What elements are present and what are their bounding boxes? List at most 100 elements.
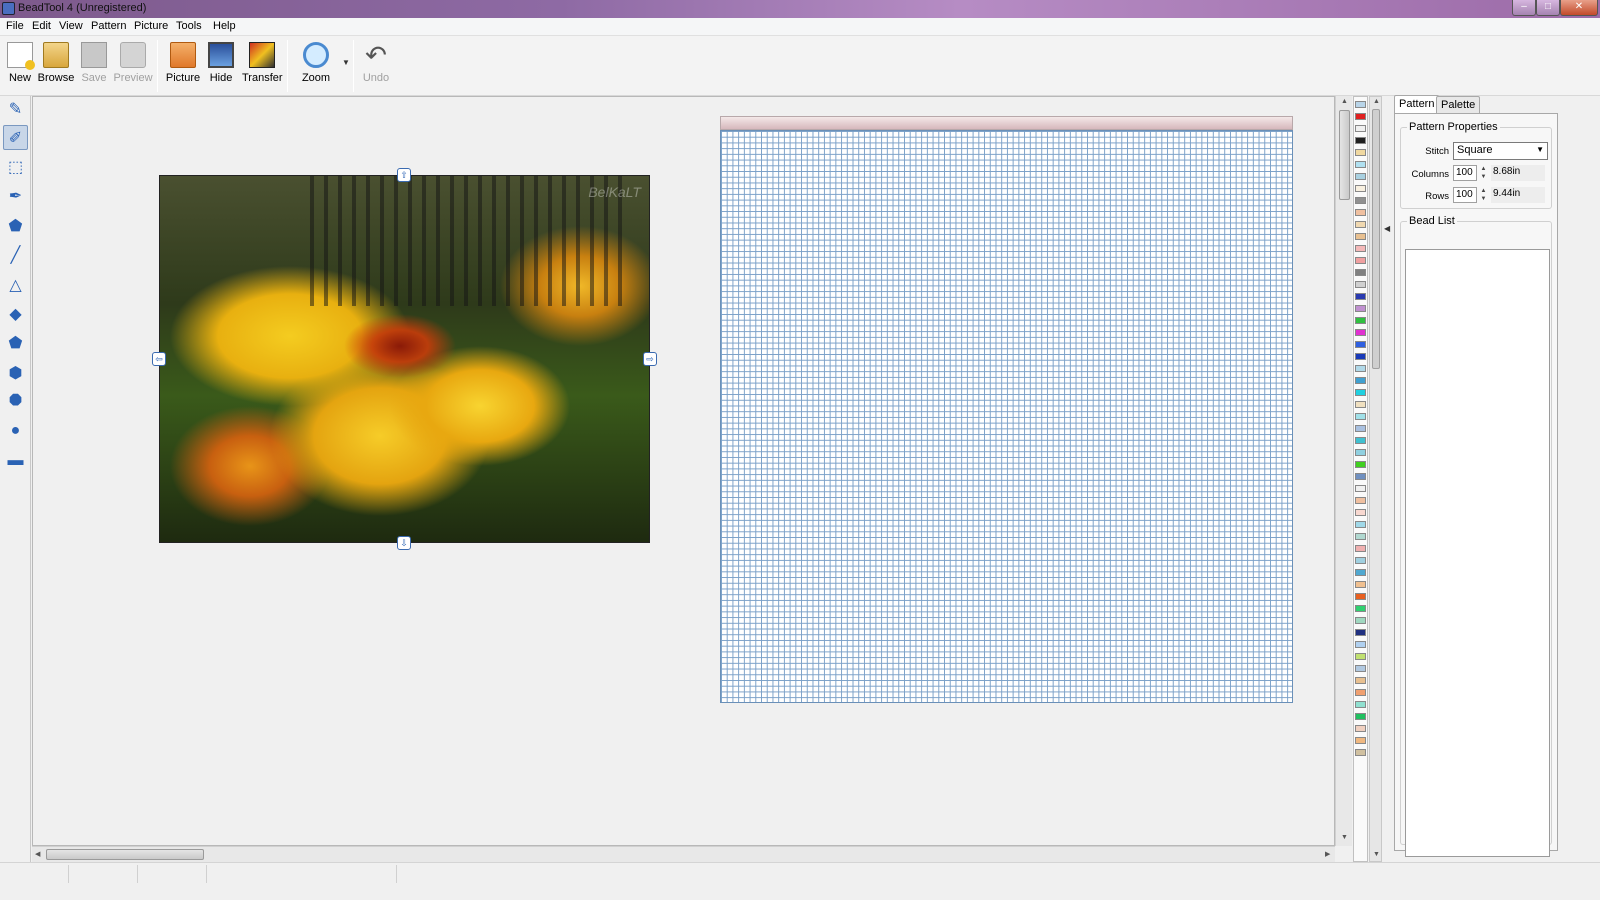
eyedropper-icon[interactable]: ✒: [3, 183, 28, 208]
bead-color-swatch[interactable]: [1355, 653, 1366, 660]
rows-stepper[interactable]: ▲ ▼: [1479, 187, 1488, 203]
hide-button[interactable]: Hide: [201, 42, 241, 90]
bead-color-swatch[interactable]: [1355, 329, 1366, 336]
rows-input[interactable]: 100: [1453, 187, 1477, 203]
bead-color-swatch[interactable]: [1355, 281, 1366, 288]
panel-splitter[interactable]: ◀: [1383, 96, 1391, 862]
line-pencil-icon[interactable]: ✐: [3, 125, 28, 150]
bead-color-swatch[interactable]: [1355, 233, 1366, 240]
scroll-thumb[interactable]: [1372, 109, 1380, 369]
resize-handle-top[interactable]: ⇧: [397, 168, 411, 182]
bead-color-swatch[interactable]: [1355, 665, 1366, 672]
resize-handle-left[interactable]: ⇦: [152, 352, 166, 366]
bead-color-swatch[interactable]: [1355, 581, 1366, 588]
resize-handle-bottom[interactable]: ⇩: [397, 536, 411, 550]
menu-tools[interactable]: Tools: [176, 20, 202, 32]
bead-color-swatch[interactable]: [1355, 485, 1366, 492]
bead-color-swatch[interactable]: [1355, 365, 1366, 372]
scroll-thumb[interactable]: [46, 849, 204, 860]
bead-color-swatch[interactable]: [1355, 221, 1366, 228]
bead-color-swatch[interactable]: [1355, 113, 1366, 120]
menu-file[interactable]: File: [6, 20, 24, 32]
bead-color-swatch[interactable]: [1355, 305, 1366, 312]
preview-button[interactable]: Preview: [113, 42, 153, 90]
scroll-right-icon[interactable]: ▶: [1325, 850, 1330, 858]
bead-color-swatch[interactable]: [1355, 713, 1366, 720]
menu-view[interactable]: View: [59, 20, 83, 32]
menu-edit[interactable]: Edit: [32, 20, 51, 32]
bead-color-swatch[interactable]: [1355, 401, 1366, 408]
bead-color-swatch[interactable]: [1355, 209, 1366, 216]
bead-color-swatch[interactable]: [1355, 173, 1366, 180]
browse-button[interactable]: Browse: [36, 42, 76, 90]
scroll-left-icon[interactable]: ◀: [35, 850, 40, 858]
bead-color-swatch[interactable]: [1355, 533, 1366, 540]
bead-color-swatch[interactable]: [1355, 341, 1366, 348]
pencil-icon[interactable]: ✎: [3, 96, 28, 121]
close-button[interactable]: ✕: [1560, 0, 1598, 16]
menu-help[interactable]: Help: [213, 20, 236, 32]
resize-handle-right[interactable]: ⇨: [643, 352, 657, 366]
bead-color-swatch[interactable]: [1355, 125, 1366, 132]
minimize-button[interactable]: –: [1512, 0, 1536, 16]
bead-color-swatch[interactable]: [1355, 593, 1366, 600]
bead-color-swatch[interactable]: [1355, 137, 1366, 144]
collapse-panel-icon[interactable]: ◀: [1384, 224, 1390, 233]
zoom-button[interactable]: Zoom: [296, 42, 336, 90]
new-button[interactable]: New: [0, 42, 40, 90]
bead-color-swatch[interactable]: [1355, 617, 1366, 624]
app-icon[interactable]: [2, 2, 15, 15]
scroll-up-icon[interactable]: ▲: [1341, 98, 1348, 105]
scroll-down-icon[interactable]: ▼: [1373, 851, 1380, 858]
menu-pattern[interactable]: Pattern: [91, 20, 126, 32]
bead-color-swatch[interactable]: [1355, 317, 1366, 324]
select-rect-icon[interactable]: ⬚: [3, 154, 28, 179]
bead-color-swatch[interactable]: [1355, 353, 1366, 360]
rectangle-icon[interactable]: ▬: [3, 448, 28, 473]
bead-color-swatch[interactable]: [1355, 509, 1366, 516]
pentagon-icon[interactable]: ⬟: [3, 330, 28, 355]
bead-color-swatch[interactable]: [1355, 257, 1366, 264]
bead-color-swatch[interactable]: [1355, 641, 1366, 648]
fill-icon[interactable]: ⬟: [3, 213, 28, 238]
bead-color-swatch[interactable]: [1355, 629, 1366, 636]
bead-color-swatch[interactable]: [1355, 269, 1366, 276]
bead-color-swatch[interactable]: [1355, 449, 1366, 456]
color-strip-scrollbar[interactable]: ▲ ▼: [1369, 96, 1382, 862]
bead-color-swatch[interactable]: [1355, 425, 1366, 432]
source-picture[interactable]: BelKaLT: [159, 175, 650, 543]
bead-color-swatch[interactable]: [1355, 701, 1366, 708]
bead-color-swatch[interactable]: [1355, 545, 1366, 552]
bead-color-swatch[interactable]: [1355, 605, 1366, 612]
bead-color-swatch[interactable]: [1355, 557, 1366, 564]
bead-color-swatch[interactable]: [1355, 737, 1366, 744]
save-button[interactable]: Save: [74, 42, 114, 90]
bead-color-swatch[interactable]: [1355, 185, 1366, 192]
transfer-button[interactable]: Transfer: [242, 42, 283, 90]
bead-color-swatch[interactable]: [1355, 149, 1366, 156]
bead-color-swatch[interactable]: [1355, 101, 1366, 108]
bead-color-swatch[interactable]: [1355, 689, 1366, 696]
bead-color-swatch[interactable]: [1355, 293, 1366, 300]
stitch-select[interactable]: Square ▼: [1453, 142, 1548, 160]
bead-color-swatch[interactable]: [1355, 521, 1366, 528]
scroll-down-icon[interactable]: ▼: [1341, 834, 1348, 841]
bead-color-swatch[interactable]: [1355, 389, 1366, 396]
bead-color-swatch[interactable]: [1355, 437, 1366, 444]
pattern-grid[interactable]: [720, 130, 1293, 703]
tab-palette[interactable]: Palette: [1436, 96, 1481, 114]
maximize-button[interactable]: □: [1536, 0, 1560, 16]
bead-list[interactable]: [1405, 249, 1550, 857]
bead-color-swatch[interactable]: [1355, 461, 1366, 468]
bead-color-swatch[interactable]: [1355, 569, 1366, 576]
menu-picture[interactable]: Picture: [134, 20, 168, 32]
line-icon[interactable]: ╱: [3, 242, 28, 267]
bead-color-swatch[interactable]: [1355, 473, 1366, 480]
hexagon-icon[interactable]: ⬢: [3, 360, 28, 385]
scroll-thumb[interactable]: [1339, 110, 1350, 200]
bead-color-swatch[interactable]: [1355, 749, 1366, 756]
octagon-icon[interactable]: ⯃: [3, 389, 28, 414]
columns-input[interactable]: 100: [1453, 165, 1477, 181]
zoom-dropdown-icon[interactable]: ▼: [342, 58, 350, 67]
undo-button[interactable]: ↶ Undo: [356, 42, 396, 90]
